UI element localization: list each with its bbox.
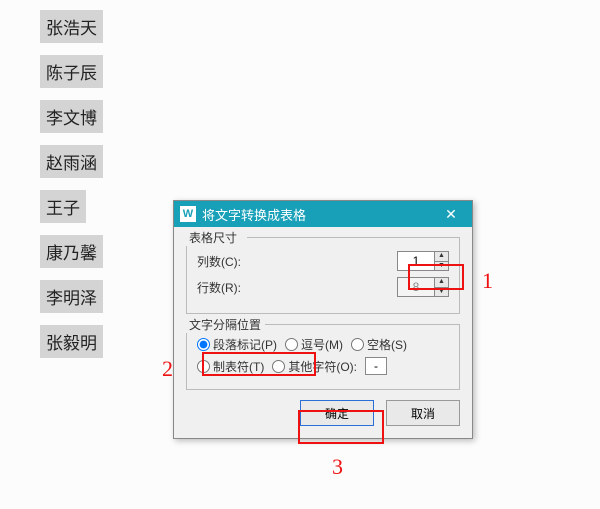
close-button[interactable]: ✕ — [436, 203, 466, 225]
ok-button[interactable]: 确定 — [300, 400, 374, 426]
annotation-label-3: 3 — [332, 454, 343, 480]
document-text-selection: 张浩天 陈子辰 李文博 赵雨涵 王子 康乃馨 李明泽 张毅明 — [40, 10, 103, 370]
table-size-legend: 表格尺寸 — [185, 229, 241, 246]
sep-tab-input[interactable] — [197, 360, 210, 373]
sep-other-radio[interactable]: 其他字符(O): — [272, 358, 357, 375]
cancel-button[interactable]: 取消 — [386, 400, 460, 426]
dialog-titlebar[interactable]: W 将文字转换成表格 ✕ — [174, 201, 472, 227]
sep-other-input-radio[interactable] — [272, 360, 285, 373]
selected-name: 康乃馨 — [40, 235, 103, 268]
convert-text-to-table-dialog: W 将文字转换成表格 ✕ 表格尺寸 列数(C): ▲ ▼ 行数(R): — [173, 200, 473, 439]
rows-step-up: ▲ — [434, 278, 448, 288]
sep-paragraph-radio[interactable]: 段落标记(P) — [197, 336, 277, 353]
sep-comma-input[interactable] — [285, 338, 298, 351]
sep-paragraph-input[interactable] — [197, 338, 210, 351]
rows-step-down: ▼ — [434, 288, 448, 297]
columns-step-down[interactable]: ▼ — [434, 262, 448, 271]
rows-label: 行数(R): — [197, 279, 267, 296]
selected-name: 王子 — [40, 190, 86, 223]
selected-name: 陈子辰 — [40, 55, 103, 88]
separator-group: 文字分隔位置 段落标记(P) 逗号(M) 空格(S) — [186, 324, 460, 390]
sep-tab-label: 制表符(T) — [213, 358, 264, 375]
columns-step-up[interactable]: ▲ — [434, 252, 448, 262]
sep-comma-radio[interactable]: 逗号(M) — [285, 336, 343, 353]
columns-spinner[interactable]: ▲ ▼ — [397, 251, 449, 271]
sep-space-input[interactable] — [351, 338, 364, 351]
sep-space-label: 空格(S) — [367, 336, 407, 353]
table-size-group: 表格尺寸 列数(C): ▲ ▼ 行数(R): ▲ ▼ — [186, 237, 460, 314]
columns-input[interactable] — [398, 252, 434, 270]
app-logo-icon: W — [180, 206, 196, 222]
rows-spinner: ▲ ▼ — [397, 277, 449, 297]
sep-paragraph-label: 段落标记(P) — [213, 336, 277, 353]
sep-other-char-input[interactable] — [365, 357, 387, 375]
selected-name: 李明泽 — [40, 280, 103, 313]
sep-other-label: 其他字符(O): — [288, 358, 357, 375]
annotation-label-2: 2 — [162, 356, 173, 382]
sep-comma-label: 逗号(M) — [301, 336, 343, 353]
selected-name: 李文博 — [40, 100, 103, 133]
annotation-label-1: 1 — [482, 268, 493, 294]
columns-label: 列数(C): — [197, 253, 267, 270]
selected-name: 赵雨涵 — [40, 145, 103, 178]
rows-input — [398, 278, 434, 296]
sep-space-radio[interactable]: 空格(S) — [351, 336, 407, 353]
selected-name: 张毅明 — [40, 325, 103, 358]
selected-name: 张浩天 — [40, 10, 103, 43]
dialog-title: 将文字转换成表格 — [202, 205, 306, 224]
sep-tab-radio[interactable]: 制表符(T) — [197, 358, 264, 375]
separator-legend: 文字分隔位置 — [185, 316, 265, 333]
